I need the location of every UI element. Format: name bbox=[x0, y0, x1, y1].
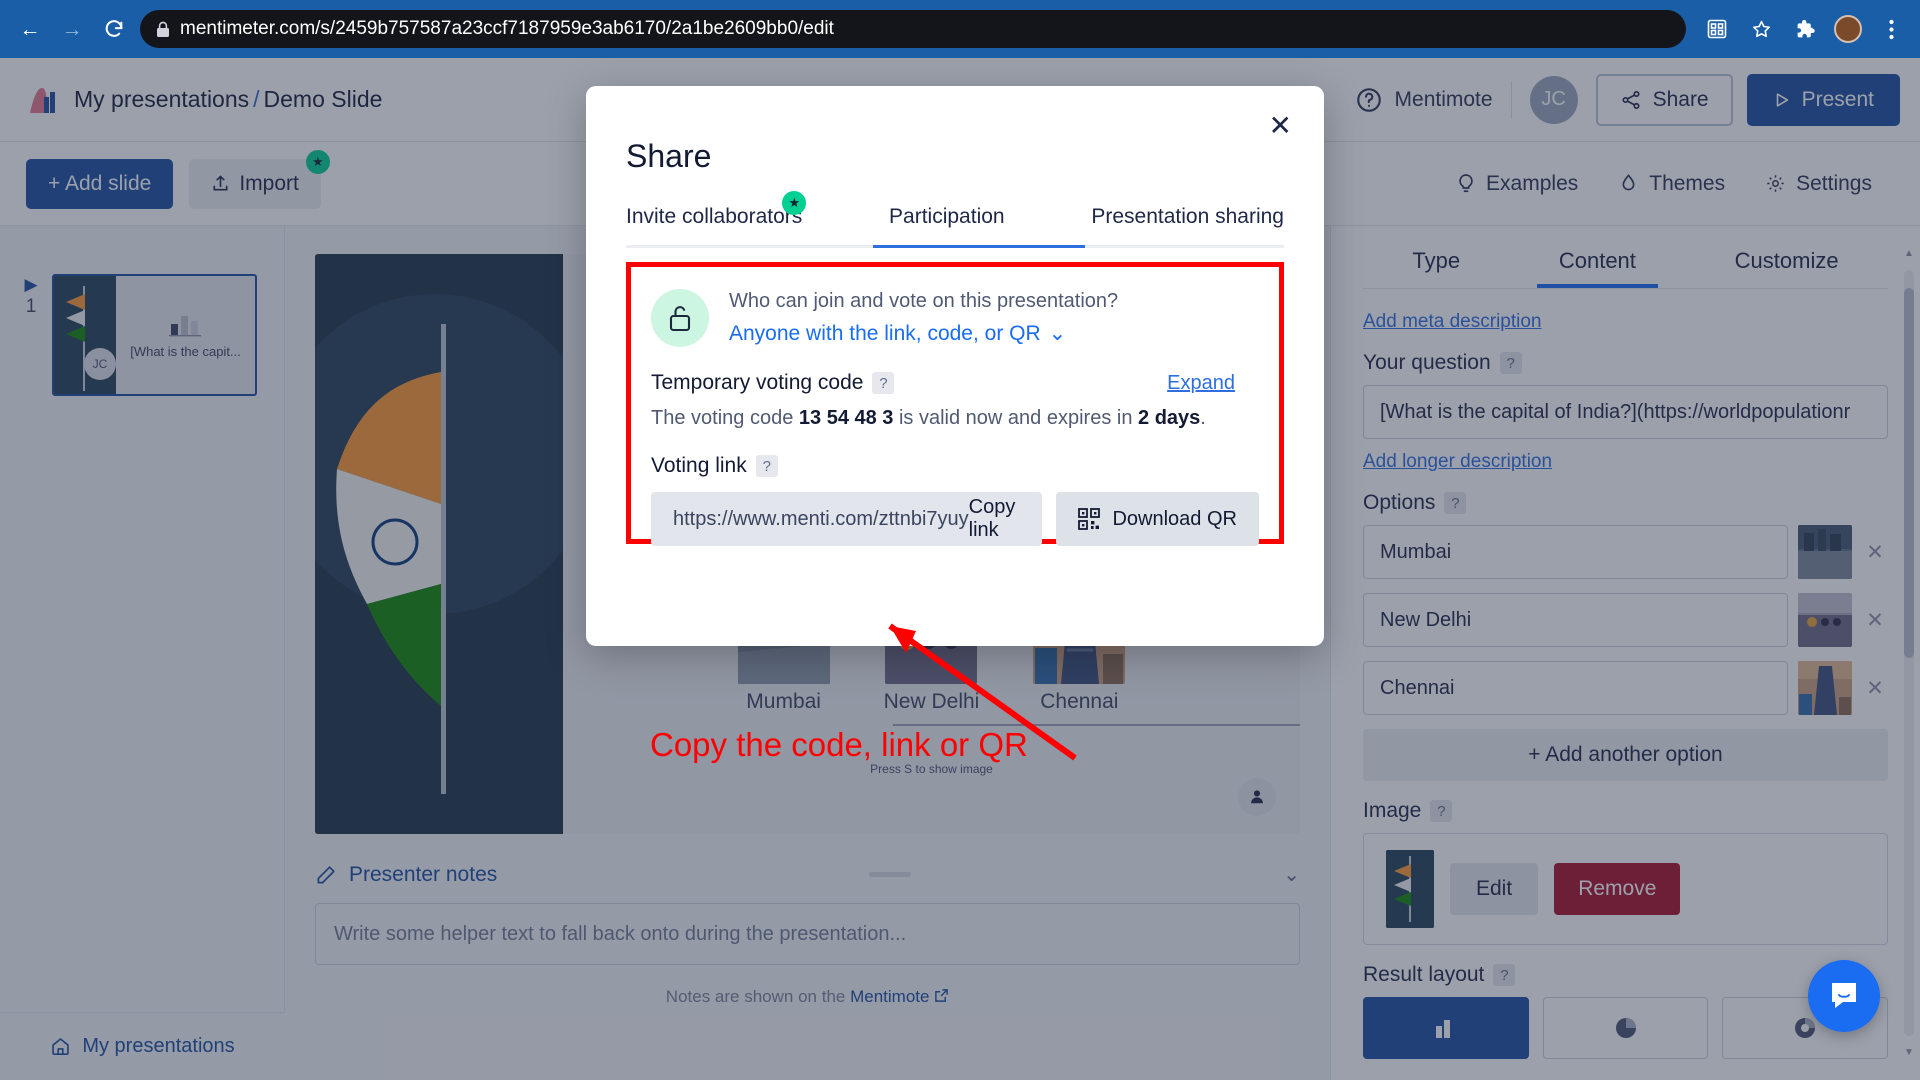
unlock-icon bbox=[651, 289, 709, 347]
audience-select-value: Anyone with the link, code, or QR bbox=[729, 321, 1041, 345]
temporary-voting-code-label: Temporary voting code ? Expand bbox=[651, 371, 1259, 395]
voting-link-url: https://www.menti.com/zttnbi7yuy bbox=[673, 507, 969, 530]
code-sentence-suffix: . bbox=[1200, 407, 1206, 429]
modal-tabs-rule bbox=[626, 245, 1284, 248]
help-icon[interactable]: ? bbox=[755, 455, 778, 477]
forward-icon[interactable]: → bbox=[56, 13, 88, 45]
tab-invite-collaborators[interactable]: Invite collaborators ★ bbox=[626, 191, 807, 245]
profile-avatar[interactable] bbox=[1834, 15, 1862, 43]
mentimeter-app: My presentations / Demo Slide Mentimote JC… bbox=[0, 58, 1920, 1080]
browser-toolbar: ← → mentimeter.com/s/2459b757587a23ccf71… bbox=[0, 0, 1920, 58]
premium-star-badge: ★ bbox=[782, 191, 807, 215]
voting-code-sentence: The voting code 13 54 48 3 is valid now … bbox=[651, 407, 1259, 430]
download-qr-button[interactable]: Download QR bbox=[1056, 492, 1259, 546]
voting-link-row: https://www.menti.com/zttnbi7yuy Copy li… bbox=[651, 492, 1259, 546]
participation-highlight-box: Who can join and vote on this presentati… bbox=[626, 262, 1284, 546]
who-can-join-text-block: Who can join and vote on this presentati… bbox=[729, 290, 1118, 346]
copy-link-button[interactable]: Copy link bbox=[969, 496, 1021, 542]
voting-link-text: Voting link bbox=[651, 454, 747, 477]
tab-presentation-sharing[interactable]: Presentation sharing bbox=[1091, 205, 1284, 245]
temporary-voting-code-text: Temporary voting code bbox=[651, 371, 864, 394]
expand-link[interactable]: Expand bbox=[1167, 372, 1235, 395]
download-qr-label: Download QR bbox=[1112, 507, 1237, 530]
close-icon[interactable]: ✕ bbox=[1269, 112, 1292, 140]
tab-invite-collaborators-label: Invite collaborators bbox=[626, 205, 803, 228]
lock-icon bbox=[156, 21, 170, 38]
qr-code-icon bbox=[1078, 508, 1101, 530]
bookmark-star-icon[interactable] bbox=[1746, 14, 1776, 44]
voting-link-label: Voting link ? bbox=[651, 454, 1259, 478]
reload-icon[interactable] bbox=[98, 13, 130, 45]
who-can-join-question: Who can join and vote on this presentati… bbox=[729, 290, 1119, 312]
active-tab-indicator bbox=[873, 245, 1085, 248]
code-sentence-prefix: The voting code bbox=[651, 407, 794, 429]
chevron-down-icon: ⌄ bbox=[1048, 322, 1067, 345]
address-bar[interactable]: mentimeter.com/s/2459b757587a23ccf718795… bbox=[140, 10, 1686, 48]
audience-select[interactable]: Anyone with the link, code, or QR ⌄ bbox=[729, 321, 1118, 346]
browser-actions bbox=[1696, 14, 1906, 44]
modal-title: Share bbox=[626, 138, 712, 174]
voting-code-value: 13 54 48 3 bbox=[798, 407, 894, 429]
code-sentence-mid: is valid now and expires in bbox=[898, 407, 1133, 429]
url-text: mentimeter.com/s/2459b757587a23ccf718795… bbox=[180, 18, 834, 39]
share-modal: ✕ Share Invite collaborators ★ Participa… bbox=[586, 86, 1324, 646]
who-can-join-row: Who can join and vote on this presentati… bbox=[651, 289, 1259, 347]
voting-code-expiry: 2 days bbox=[1138, 407, 1201, 429]
help-icon[interactable]: ? bbox=[872, 372, 895, 394]
extensions-icon[interactable] bbox=[1790, 14, 1820, 44]
share-modal-backdrop: ✕ Share Invite collaborators ★ Participa… bbox=[0, 58, 1920, 1080]
modal-tabs: Invite collaborators ★ Participation Pre… bbox=[626, 191, 1284, 245]
tab-participation[interactable]: Participation bbox=[889, 205, 1005, 245]
browser-menu-icon[interactable] bbox=[1876, 14, 1906, 44]
qr-share-icon[interactable] bbox=[1702, 14, 1732, 44]
voting-link-field[interactable]: https://www.menti.com/zttnbi7yuy Copy li… bbox=[651, 492, 1043, 546]
back-icon[interactable]: ← bbox=[14, 13, 46, 45]
